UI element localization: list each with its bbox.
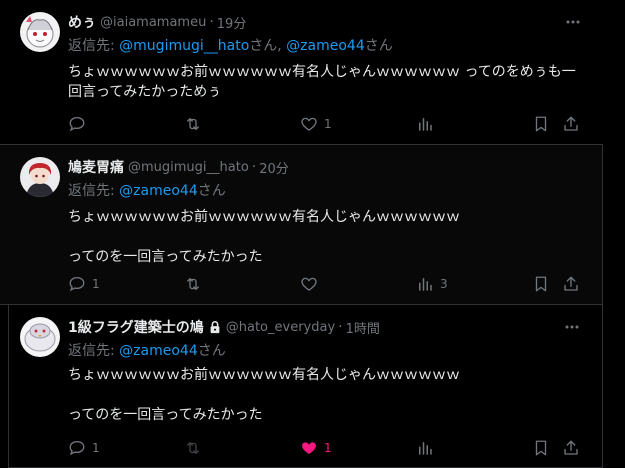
views-button[interactable]: [416, 115, 532, 133]
reply-button[interactable]: 1: [68, 275, 184, 293]
separator: ·: [338, 319, 343, 335]
mention-link[interactable]: @mugimugi__hato: [119, 38, 249, 54]
views-button[interactable]: [416, 439, 532, 457]
reply-prefix: 返信先:: [68, 343, 120, 359]
views-icon: [416, 275, 434, 293]
mention-link[interactable]: @zameo44: [119, 183, 198, 199]
share-icon: [562, 275, 580, 293]
retweet-button[interactable]: [184, 275, 300, 293]
mention-link[interactable]: @zameo44: [119, 343, 198, 359]
tweet-header: めぅ @iaiamamameu · 19分: [68, 12, 583, 32]
mention-suffix: さん: [197, 343, 226, 359]
views-icon: [416, 439, 434, 457]
like-count: 1: [324, 117, 332, 131]
like-count: 1: [324, 441, 332, 455]
user-handle[interactable]: @hato_everyday: [226, 320, 335, 335]
separator: ·: [251, 159, 257, 175]
share-icon: [562, 115, 580, 133]
reply-count: 1: [92, 277, 100, 291]
reply-to: 返信先: @mugimugi__hatoさん, @zameo44さん: [68, 35, 393, 55]
tweet-header: 1級フラグ建築士の鳩 @hato_everyday · 1時間: [68, 317, 582, 337]
tweet[interactable]: めぅ @iaiamamameu · 19分 返信先: @mugimugi__ha…: [0, 0, 603, 145]
timestamp[interactable]: 19分: [217, 13, 247, 32]
reply-icon: [68, 439, 86, 457]
reply-to: 返信先: @zameo44さん: [68, 180, 226, 200]
retweet-icon: [184, 115, 202, 133]
tweet-text: ちょｗｗｗｗｗｗお前ｗｗｗｗｗｗ有名人じゃんｗｗｗｗｗｗ ってのを一回言ってみた…: [68, 209, 460, 265]
views-icon: [416, 115, 434, 133]
reply-count: 1: [92, 441, 100, 455]
tweet[interactable]: 鳩麦胃痛 @mugimugi__hato · 20分 返信先: @zameo44…: [0, 145, 603, 305]
action-bar: 1: [68, 114, 585, 134]
bookmark-icon: [532, 115, 550, 133]
timestamp[interactable]: 20分: [259, 158, 289, 177]
reply-prefix: 返信先:: [68, 183, 120, 199]
view-count: 3: [440, 277, 448, 291]
reply-icon: [68, 275, 86, 293]
retweet-icon: [184, 439, 202, 457]
retweet-button[interactable]: [184, 439, 300, 457]
like-icon: [300, 115, 318, 133]
mention-separator: ,: [277, 38, 287, 54]
avatar[interactable]: [20, 12, 60, 52]
mention-suffix: さん: [364, 38, 393, 54]
retweet-icon: [184, 275, 202, 293]
display-name[interactable]: めぅ: [68, 12, 96, 32]
like-icon: [300, 275, 318, 293]
avatar[interactable]: [20, 157, 60, 197]
user-handle[interactable]: @mugimugi__hato: [128, 160, 249, 175]
user-handle[interactable]: @iaiamamameu: [100, 15, 206, 30]
like-button[interactable]: 1: [300, 439, 416, 457]
like-button[interactable]: 1: [300, 115, 416, 133]
more-icon[interactable]: [562, 317, 582, 337]
display-name[interactable]: 1級フラグ建築士の鳩: [68, 317, 204, 337]
mention-link[interactable]: @zameo44: [286, 38, 365, 54]
share-icon: [562, 439, 580, 457]
share-button[interactable]: [562, 439, 582, 457]
bookmark-icon: [532, 439, 550, 457]
reply-to: 返信先: @zameo44さん: [68, 340, 226, 360]
tweet-text: ちょｗｗｗｗｗｗお前ｗｗｗｗｗｗ有名人じゃんｗｗｗｗｗｗ ってのを一回言ってみた…: [68, 367, 460, 423]
action-bar: 1 1: [68, 438, 584, 458]
reply-icon: [68, 115, 86, 133]
timestamp[interactable]: 1時間: [346, 318, 380, 337]
avatar[interactable]: [20, 317, 60, 357]
bookmark-button[interactable]: [532, 115, 562, 133]
more-icon[interactable]: [563, 12, 583, 32]
lock-icon: [208, 320, 222, 334]
like-icon: [300, 439, 318, 457]
mention-suffix: さん: [249, 38, 278, 54]
display-name[interactable]: 鳩麦胃痛: [68, 157, 124, 177]
views-button[interactable]: 3: [416, 275, 532, 293]
bookmark-button[interactable]: [532, 275, 562, 293]
reply-prefix: 返信先:: [68, 38, 120, 54]
share-button[interactable]: [562, 275, 582, 293]
separator: ·: [209, 14, 214, 30]
bookmark-icon: [532, 275, 550, 293]
reply-button[interactable]: 1: [68, 439, 184, 457]
action-bar: 1 3: [68, 274, 584, 294]
share-button[interactable]: [562, 115, 582, 133]
like-button[interactable]: [300, 275, 416, 293]
retweet-button[interactable]: [184, 115, 300, 133]
mention-suffix: さん: [197, 183, 226, 199]
bookmark-button[interactable]: [532, 439, 562, 457]
reply-button[interactable]: [68, 115, 184, 133]
tweet-header: 鳩麦胃痛 @mugimugi__hato · 20分: [68, 157, 582, 177]
tweet[interactable]: 1級フラグ建築士の鳩 @hato_everyday · 1時間 返信先: @za…: [8, 305, 603, 468]
tweet-text: ちょｗｗｗｗｗｗお前ｗｗｗｗｗｗ有名人じゃんｗｗｗｗｗｗ ってのをめぅも一回言っ…: [68, 64, 576, 100]
